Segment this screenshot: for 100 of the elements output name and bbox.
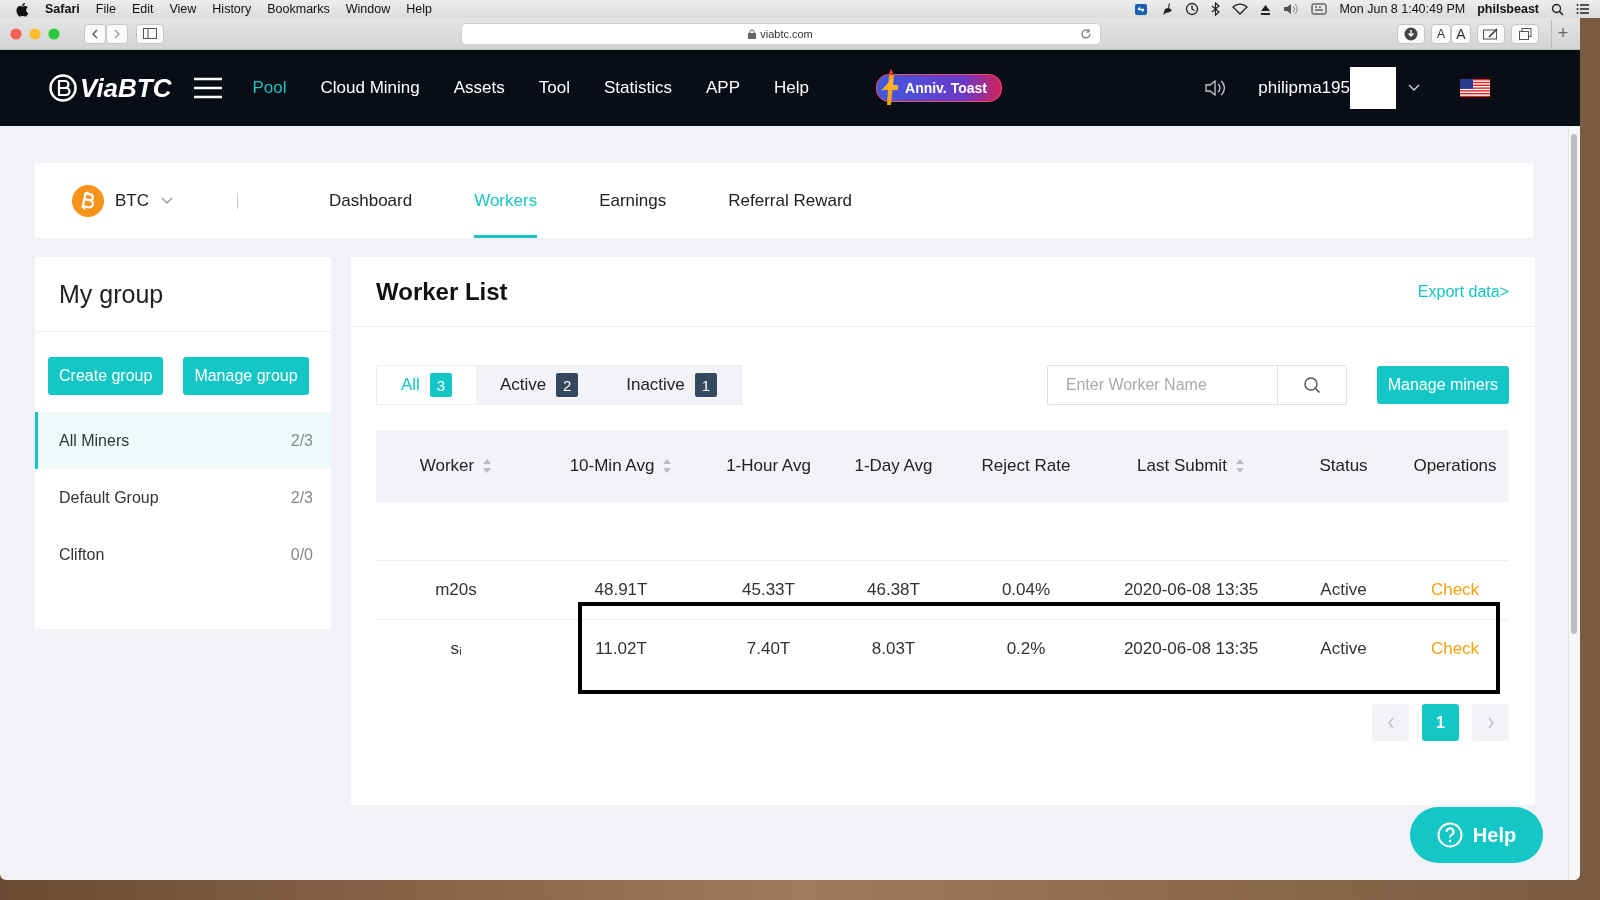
nav-link[interactable]: Help bbox=[757, 78, 826, 98]
group-item[interactable]: Default Group 2/3 bbox=[35, 469, 331, 526]
tabs-button[interactable] bbox=[1511, 23, 1539, 44]
tab[interactable]: Earnings bbox=[599, 163, 667, 238]
speaker-icon[interactable] bbox=[1204, 78, 1227, 98]
larger-text-button[interactable]: A bbox=[1451, 23, 1471, 44]
bluetooth-icon[interactable] bbox=[1211, 2, 1221, 16]
column-header: Status bbox=[1286, 430, 1401, 502]
table-cell: 46.38T bbox=[831, 560, 956, 619]
table-cell: 0.04% bbox=[956, 560, 1096, 619]
table-cell: Active bbox=[1286, 560, 1401, 619]
filter-tab[interactable]: Inactive 1 bbox=[602, 366, 741, 404]
group-count: 2/3 bbox=[290, 488, 313, 507]
caret-down-icon[interactable] bbox=[1408, 84, 1420, 92]
nav-link[interactable]: Statistics bbox=[587, 78, 689, 98]
column-header: Operations bbox=[1401, 430, 1509, 502]
download-icon bbox=[1404, 26, 1418, 41]
filter-label: Active bbox=[499, 375, 547, 395]
column-header[interactable]: 10-Min Avg bbox=[536, 430, 706, 502]
reload-icon[interactable] bbox=[1079, 27, 1092, 40]
eject-icon[interactable] bbox=[1260, 3, 1272, 15]
menu-item[interactable]: File bbox=[95, 2, 116, 16]
tabs-icon bbox=[1518, 27, 1532, 40]
group-count: 0/0 bbox=[290, 545, 313, 564]
username[interactable]: philipma195 bbox=[1258, 78, 1350, 98]
panel-title: My group bbox=[35, 257, 331, 332]
pen-icon bbox=[1483, 27, 1499, 40]
sidebar-icon bbox=[143, 28, 157, 39]
address-field[interactable]: viabtc.com bbox=[460, 22, 1101, 45]
table-cell: Active bbox=[1286, 619, 1401, 678]
group-item[interactable]: Clifton 0/0 bbox=[35, 526, 331, 583]
sort-icon bbox=[1234, 458, 1245, 474]
count-badge: 1 bbox=[694, 373, 717, 397]
menu-clock: Mon Jun 8 1:40:49 PM bbox=[1339, 2, 1466, 16]
markup-button[interactable] bbox=[1477, 23, 1505, 44]
logo-icon bbox=[48, 73, 78, 103]
keyboard-icon[interactable] bbox=[1311, 3, 1328, 15]
nav-link[interactable]: Cloud Mining bbox=[303, 78, 437, 98]
filter-label: Inactive bbox=[626, 375, 685, 395]
chevron-left-icon bbox=[1386, 716, 1395, 729]
menu-item[interactable]: Edit bbox=[131, 2, 154, 16]
menu-item[interactable]: Help bbox=[406, 2, 432, 16]
tab[interactable]: Dashboard bbox=[329, 163, 413, 238]
group-name: All Miners bbox=[59, 431, 130, 450]
downloads-button[interactable] bbox=[1397, 23, 1425, 44]
sidebar-button[interactable] bbox=[136, 23, 164, 44]
filter-label: All bbox=[401, 375, 420, 395]
promo-text: Anniv. Toast bbox=[905, 80, 987, 96]
us-flag-icon[interactable] bbox=[1460, 79, 1490, 97]
new-tab-button[interactable]: + bbox=[1551, 19, 1574, 48]
bitcoin-icon bbox=[71, 183, 105, 218]
volume-icon[interactable] bbox=[1283, 3, 1300, 15]
clock-icon[interactable] bbox=[1185, 2, 1200, 16]
search-icon bbox=[1302, 376, 1321, 394]
coin-selector[interactable]: BTC bbox=[115, 190, 149, 211]
table-cell: 7.40T bbox=[706, 619, 831, 678]
search-icon[interactable] bbox=[1551, 2, 1564, 16]
sort-icon bbox=[662, 458, 673, 474]
menu-item[interactable]: Bookmarks bbox=[267, 2, 330, 16]
nav-link[interactable]: Tool bbox=[521, 78, 587, 98]
sort-icon bbox=[482, 458, 493, 474]
url-text: viabtc.com bbox=[760, 27, 813, 40]
lock-icon bbox=[748, 28, 757, 39]
logo-text[interactable]: ViaBTC bbox=[80, 72, 172, 104]
table-cell: 11.02T bbox=[536, 619, 706, 678]
menu-icon[interactable] bbox=[1576, 3, 1590, 15]
menu-user[interactable]: philsbeast bbox=[1477, 2, 1539, 16]
table-cell: 8.03T bbox=[831, 619, 956, 678]
column-header: Reject Rate bbox=[956, 430, 1096, 502]
group-count: 2/3 bbox=[290, 431, 313, 450]
chevron-right-icon bbox=[113, 28, 121, 39]
chevron-left-icon bbox=[91, 28, 99, 39]
wifi-icon[interactable] bbox=[1232, 3, 1249, 15]
column-header[interactable]: Worker bbox=[376, 430, 536, 502]
nav-link[interactable]: Pool bbox=[235, 78, 304, 98]
group-name: Clifton bbox=[59, 545, 105, 564]
nav-link[interactable]: APP bbox=[689, 78, 758, 98]
chevron-right-icon bbox=[1486, 716, 1495, 729]
table-cell: m20s bbox=[376, 560, 536, 619]
search-field[interactable]: Enter Worker Name bbox=[1046, 365, 1347, 405]
panel-title: Worker List bbox=[376, 277, 508, 306]
menu-item[interactable]: View bbox=[169, 2, 197, 16]
tab[interactable]: Referral Reward bbox=[728, 163, 853, 238]
app-menu[interactable]: Safari bbox=[45, 2, 80, 16]
column-header[interactable]: Last Submit bbox=[1096, 430, 1286, 502]
group-name: Default Group bbox=[59, 488, 159, 507]
count-badge: 3 bbox=[429, 373, 452, 397]
hamburger-menu-icon[interactable] bbox=[193, 77, 222, 99]
table-cell: 2020-06-08 13:35 bbox=[1096, 560, 1286, 619]
menu-item[interactable]: Window bbox=[345, 2, 391, 16]
smaller-text-button[interactable]: A bbox=[1431, 23, 1451, 44]
group-item[interactable]: All Miners 2/3 bbox=[35, 412, 331, 469]
apple-icon[interactable] bbox=[16, 1, 29, 17]
nav-link[interactable]: Assets bbox=[436, 78, 522, 98]
redaction-block bbox=[1350, 67, 1396, 109]
filter-tab[interactable]: Active 2 bbox=[475, 366, 603, 404]
table-cell: sᵢ bbox=[376, 619, 536, 678]
column-header: 1-Day Avg bbox=[831, 430, 956, 502]
menu-item[interactable]: History bbox=[212, 2, 252, 16]
remote-icon[interactable] bbox=[1134, 2, 1149, 16]
